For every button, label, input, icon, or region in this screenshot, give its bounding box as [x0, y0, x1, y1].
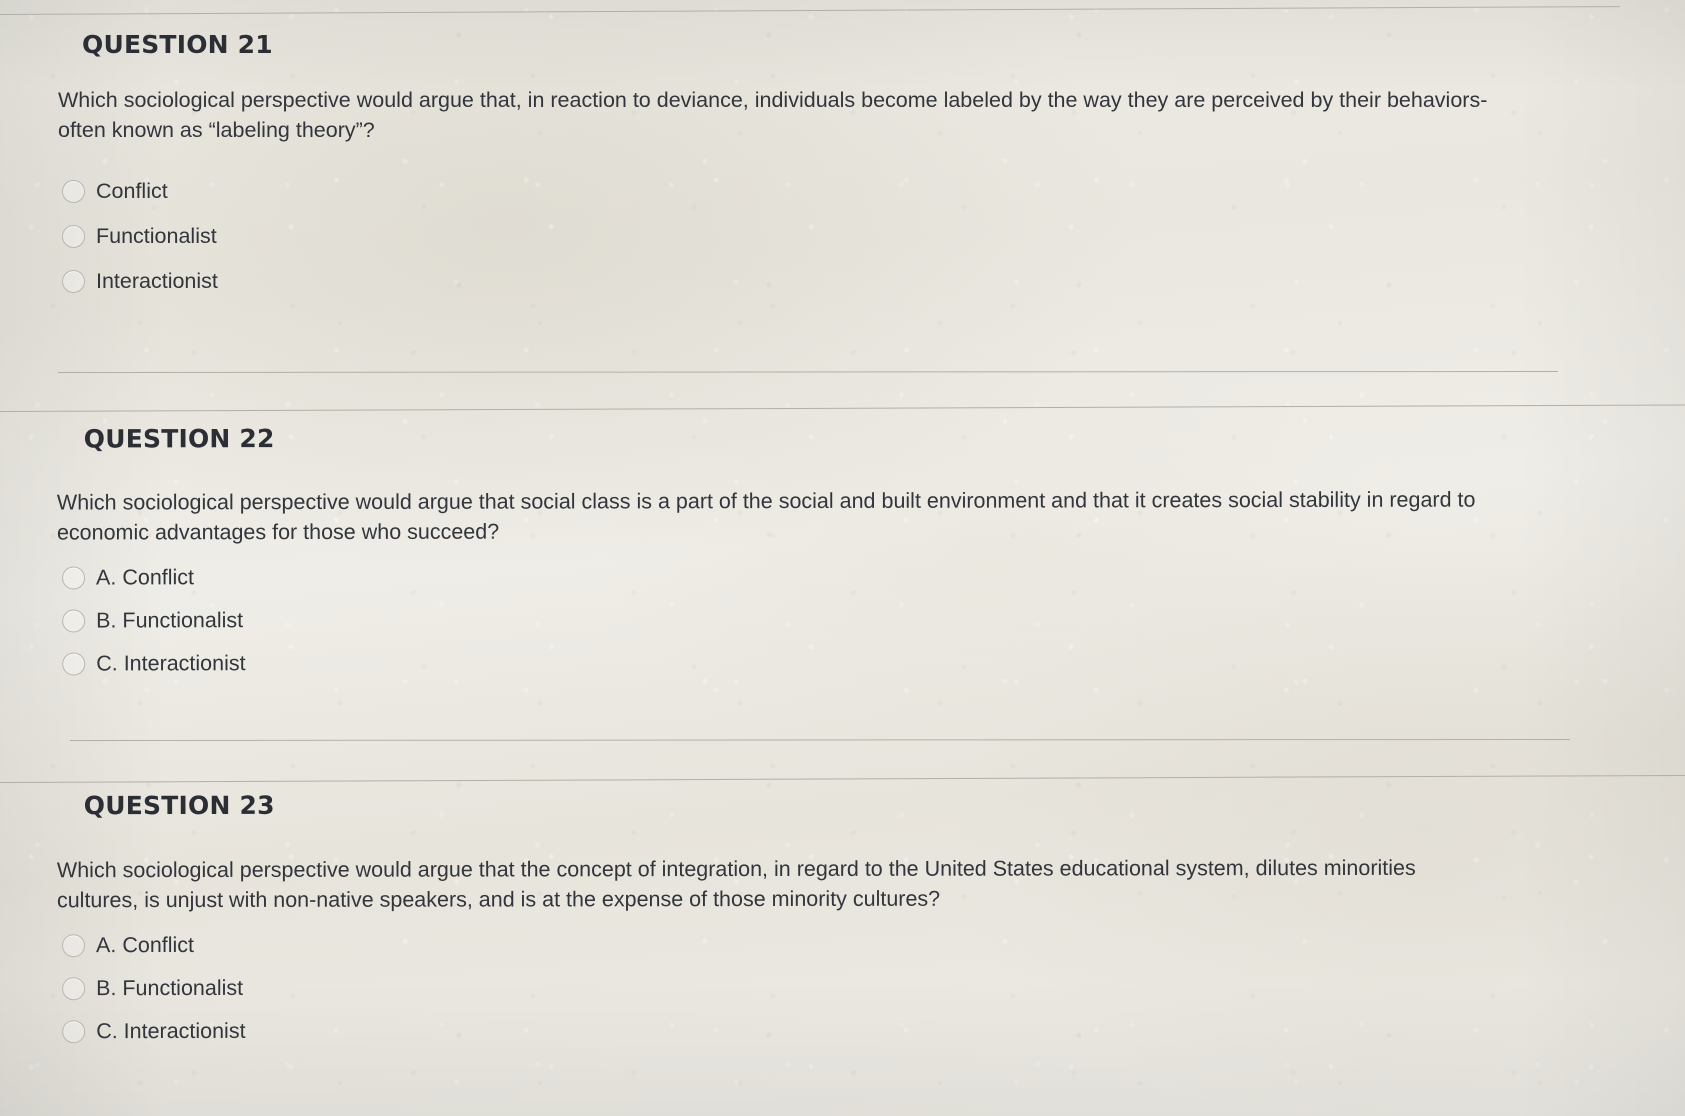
answer-option-label: C. Interactionist	[96, 651, 246, 676]
answer-option[interactable]: A. Conflict	[62, 931, 1457, 957]
answer-option[interactable]: Conflict	[62, 179, 1528, 203]
answer-options-list: A. Conflict B. Functionalist C. Interact…	[62, 931, 1457, 1043]
radio-button-icon[interactable]	[62, 976, 86, 1000]
radio-button-icon[interactable]	[62, 1019, 86, 1043]
radio-button-icon[interactable]	[62, 651, 86, 676]
question-text: Which sociological perspective would arg…	[58, 88, 1488, 142]
separator-line	[0, 404, 1685, 412]
answer-option[interactable]: A. Conflict	[62, 562, 1537, 589]
answer-options-list: A. Conflict B. Functionalist C. Interact…	[62, 562, 1537, 675]
question-heading: QUESTION 23	[83, 790, 275, 821]
answer-option[interactable]: C. Interactionist	[62, 1017, 1457, 1043]
answer-option-label: Interactionist	[96, 269, 218, 293]
answer-option-label: A. Conflict	[96, 932, 195, 958]
radio-button-icon[interactable]	[62, 608, 86, 633]
question-block-23: QUESTION 23 Which sociological perspecti…	[57, 789, 1457, 1062]
answer-option[interactable]: Interactionist	[62, 269, 1528, 293]
answer-option-label: B. Functionalist	[96, 975, 244, 1001]
question-heading: QUESTION 21	[82, 30, 273, 59]
radio-button-icon[interactable]	[62, 179, 85, 203]
answer-option[interactable]: B. Functionalist	[62, 605, 1537, 632]
separator-line	[57, 370, 1559, 373]
question-heading: QUESTION 22	[83, 424, 275, 454]
radio-button-icon[interactable]	[62, 933, 86, 957]
answer-option-label: A. Conflict	[96, 565, 195, 590]
radio-button-icon[interactable]	[62, 269, 85, 293]
answer-option[interactable]: B. Functionalist	[62, 974, 1457, 1000]
quiz-page: QUESTION 21 Which sociological perspecti…	[0, 0, 1685, 1116]
separator-line	[0, 6, 1620, 15]
answer-option-label: C. Interactionist	[96, 1018, 246, 1044]
separator-line	[0, 774, 1685, 783]
answer-options-list: Conflict Functionalist Interactionist	[62, 179, 1528, 293]
question-block-22: QUESTION 22 Which sociological perspecti…	[57, 421, 1538, 694]
question-text: Which sociological perspective would arg…	[56, 855, 1416, 913]
answer-option-label: Functionalist	[96, 224, 217, 248]
radio-button-icon[interactable]	[62, 224, 85, 248]
answer-option-label: Conflict	[96, 179, 168, 203]
answer-option[interactable]: Functionalist	[62, 224, 1528, 248]
radio-button-icon[interactable]	[62, 565, 86, 590]
answer-option-label: B. Functionalist	[96, 608, 244, 633]
separator-line	[69, 738, 1571, 741]
question-text: Which sociological perspective would arg…	[56, 487, 1476, 545]
answer-option[interactable]: C. Interactionist	[62, 648, 1537, 675]
question-block-21: QUESTION 21 Which sociological perspecti…	[58, 30, 1528, 314]
